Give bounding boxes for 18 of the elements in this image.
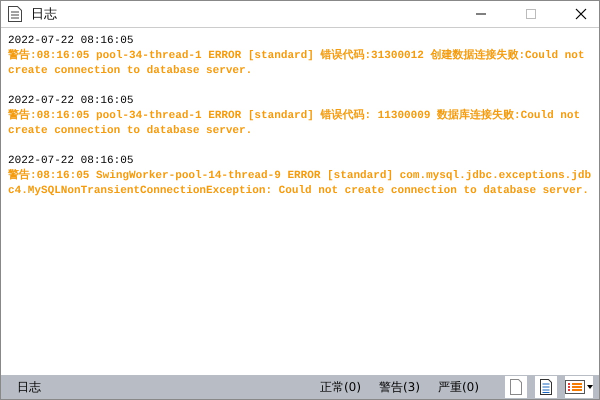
- status-count: 严重(0): [438, 378, 479, 396]
- status-label: 日志: [17, 378, 41, 396]
- log-timestamp: 2022-07-22 08:16:05: [8, 154, 134, 168]
- document-icon: [7, 5, 23, 23]
- text-page-button[interactable]: [535, 376, 557, 398]
- caret-icon: [587, 385, 593, 389]
- log-timestamp: 2022-07-22 08:16:05: [8, 34, 134, 48]
- status-count: 正常(0): [320, 378, 361, 396]
- list-icon: [565, 380, 585, 394]
- log-message: 警告:08:16:05 pool-34-thread-1 ERROR [standard] 错误代码:31300012 创建数据连接失败:Could not create connection to database server.: [8, 49, 586, 79]
- blank-page-button[interactable]: [505, 376, 527, 398]
- close-icon[interactable]: [575, 8, 587, 20]
- status-count: 警告(3): [379, 378, 420, 396]
- list-dropdown-button[interactable]: [565, 376, 593, 398]
- window-title: 日志: [31, 6, 57, 23]
- log-message: 警告:08:16:05 pool-34-thread-1 ERROR [standard] 错误代码: 11300009 数据库连接失败:Could not create connection to database server.: [8, 109, 582, 139]
- log-timestamp: 2022-07-22 08:16:05: [8, 94, 134, 108]
- log-message: 警告:08:16:05 SwingWorker-pool-14-thread-9 ERROR [standard] com.mysql.jdbc.exceptions.jdbc4.MySQLNonTransientConnectionException: Could not create connection to database server.: [8, 169, 592, 199]
